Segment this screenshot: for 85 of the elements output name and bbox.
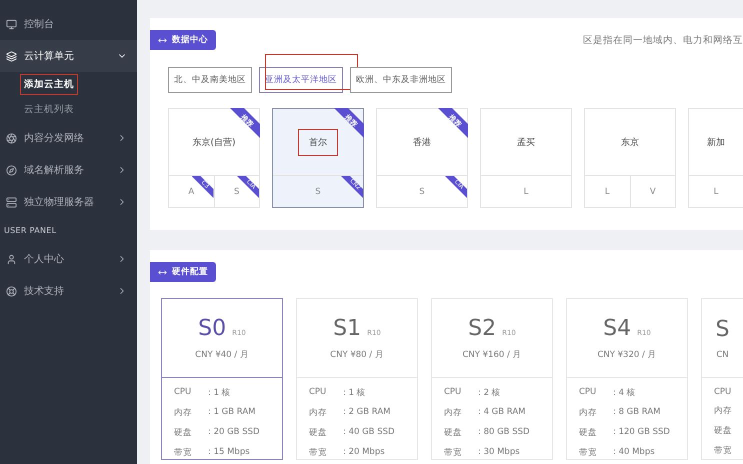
plan-price: CNY ¥80 / 月 [330, 348, 384, 360]
arrows-icon [158, 268, 167, 276]
plan-name: S1 [333, 316, 362, 340]
lifebuoy-icon [6, 286, 17, 296]
line-label: L [604, 186, 610, 196]
layers-icon [6, 50, 17, 62]
spec-label: CPU [309, 387, 328, 399]
location-name: 东京 [620, 136, 640, 150]
spec-value: : 1 核 [343, 387, 366, 399]
spec-value: : 40 Mbps [613, 447, 655, 459]
sidebar-item[interactable]: 控制台 [0, 8, 137, 40]
aperture-icon [6, 132, 17, 144]
plan-price: CN [716, 350, 729, 360]
line-label: S [419, 186, 425, 196]
plan-price: CNY ¥40 / 月 [195, 348, 249, 360]
sidebar-subitem[interactable]: 云主机列表 [20, 99, 78, 120]
badge-label: 数据中心 [172, 34, 208, 46]
server-icon [6, 196, 17, 208]
plan-name: S4 [603, 316, 632, 340]
spec-label: 内存 [309, 407, 328, 419]
spec-value: : 4 GB RAM [478, 407, 526, 419]
location-name: 新加 [706, 136, 726, 150]
spec-label: CPU [174, 387, 192, 399]
spec-label: 内存 [714, 405, 733, 417]
spec-label: 带宽 [714, 445, 733, 457]
spec-label: 内存 [444, 407, 463, 419]
spec-value: : 2 核 [478, 387, 501, 399]
spec-value: : 2 GB RAM [343, 407, 391, 419]
line-label: V [650, 186, 656, 196]
spec-label: 带宽 [444, 447, 463, 459]
plan-card[interactable]: S CN CPU 内存 硬盘 带宽 [701, 298, 743, 460]
spec-label: CPU [714, 387, 732, 397]
plan-name: S [716, 316, 730, 342]
spec-value: : 15 Mbps [208, 447, 250, 459]
plan-name: S0 [198, 316, 226, 340]
spec-label: 硬盘 [444, 427, 463, 439]
spec-value: : 120 GB SSD [613, 427, 670, 439]
badge-label: 硬件配置 [172, 266, 208, 278]
spec-label: 硬盘 [174, 427, 193, 439]
line-label: L [524, 186, 528, 196]
user-icon [6, 254, 17, 264]
arrows-icon [158, 36, 167, 44]
spec-label: 内存 [174, 407, 193, 419]
spec-value: : 20 GB SSD [208, 427, 260, 439]
spec-label: 硬盘 [714, 425, 733, 437]
plan-price: CNY ¥160 / 月 [462, 348, 522, 360]
compass-icon [6, 164, 17, 176]
spec-value: : 8 GB RAM [613, 407, 661, 419]
spec-label: 带宽 [579, 447, 598, 459]
spec-label: CPU [444, 387, 462, 399]
spec-label: 内存 [579, 407, 598, 419]
spec-label: 硬盘 [309, 427, 328, 439]
sidebar-subitem[interactable]: 添加云主机 [20, 74, 78, 95]
monitor-icon [6, 18, 17, 30]
location-card[interactable]: 孟买 L [480, 108, 572, 208]
spec-value: : 4 核 [613, 387, 636, 399]
spec-label: CPU [579, 387, 598, 399]
sidebar-item[interactable]: 个人中心 [0, 243, 137, 275]
sidebar-item[interactable]: 内容分发网络 [0, 122, 137, 154]
sidebar-item[interactable]: 云计算单元 [0, 40, 137, 72]
location-card[interactable]: 东京 L V [584, 108, 676, 208]
spec-label: 硬盘 [579, 427, 598, 439]
spec-value: : 30 Mbps [478, 447, 520, 459]
line-label: S [315, 186, 321, 196]
region-tab[interactable]: 欧洲、中东及非洲地区 [350, 67, 452, 93]
line-label: L [714, 186, 718, 196]
sidebar-item[interactable]: 技术支持 [0, 275, 137, 307]
section-heading: USER PANEL [3, 225, 58, 237]
spec-label: 带宽 [309, 447, 328, 459]
spec-value: : 20 Mbps [343, 447, 385, 459]
spec-value: : 1 GB RAM [208, 407, 256, 419]
plan-name: S2 [468, 316, 496, 340]
location-card[interactable]: 新加 L [688, 108, 743, 208]
region-tab[interactable]: 北、中及南美地区 [168, 67, 252, 93]
spec-value: : 80 GB SSD [478, 427, 530, 439]
spec-value: : 1 核 [208, 387, 231, 399]
sidebar-item[interactable]: 独立物理服务器 [0, 186, 137, 218]
spec-value: : 40 GB SSD [343, 427, 395, 439]
description-text: 区是指在同一地域内、电力和网络互 [583, 34, 743, 46]
sidebar-item[interactable]: 域名解析服务 [0, 154, 137, 186]
spec-label: 带宽 [174, 447, 193, 459]
location-name: 孟买 [516, 136, 536, 150]
plan-price: CNY ¥320 / 月 [597, 348, 657, 360]
line-label: S [234, 186, 240, 196]
line-label: A [188, 186, 194, 196]
